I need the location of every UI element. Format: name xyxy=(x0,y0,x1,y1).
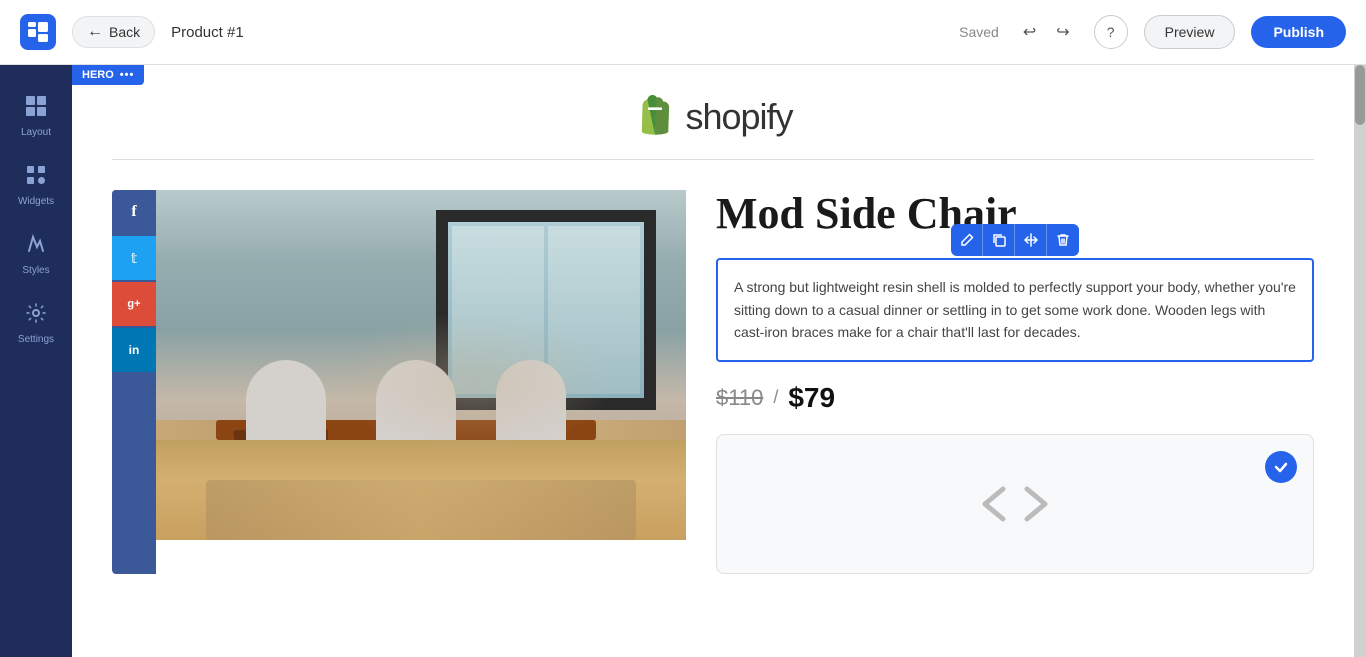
back-arrow-icon: ← xyxy=(87,23,103,41)
settings-icon xyxy=(25,302,47,330)
price-section: $110 / $79 xyxy=(716,382,1314,414)
copy-tool-button[interactable] xyxy=(983,224,1015,256)
linkedin-share-button[interactable]: in xyxy=(112,328,156,372)
product-description: A strong but lightweight resin shell is … xyxy=(734,276,1296,343)
shopify-logo: shopify xyxy=(633,95,792,139)
sidebar-item-styles[interactable]: Styles xyxy=(6,223,66,286)
back-button[interactable]: ← Back xyxy=(72,16,155,48)
product-section: f 𝕥 g+ in xyxy=(72,190,1354,614)
description-box[interactable]: A strong but lightweight resin shell is … xyxy=(716,258,1314,361)
preview-button[interactable]: Preview xyxy=(1144,15,1236,49)
canvas-area: shopify f 𝕥 g+ in xyxy=(72,65,1354,657)
styles-label: Styles xyxy=(22,265,49,276)
sidebar-item-widgets[interactable]: Widgets xyxy=(6,154,66,217)
header-right: Saved ↩ ↪ ? Preview Publish xyxy=(959,15,1346,49)
page-canvas: shopify f 𝕥 g+ in xyxy=(72,65,1354,657)
description-toolbar xyxy=(951,224,1079,256)
sidebar-item-layout[interactable]: Layout xyxy=(6,85,66,148)
scrollbar-thumb[interactable] xyxy=(1355,65,1365,125)
original-price: $110 xyxy=(716,385,763,411)
layout-label: Layout xyxy=(21,127,51,138)
product-image xyxy=(156,190,686,540)
help-button[interactable]: ? xyxy=(1094,15,1128,49)
price-separator: / xyxy=(773,387,778,408)
header-left: ← Back Product #1 xyxy=(20,14,244,50)
hero-options-button[interactable]: ••• xyxy=(120,69,135,81)
product-image-container: f 𝕥 g+ in xyxy=(112,190,686,574)
styles-icon xyxy=(25,233,47,261)
check-badge xyxy=(1265,451,1297,483)
hero-label-text: HERO xyxy=(82,69,114,81)
twitter-share-button[interactable]: 𝕥 xyxy=(112,236,156,280)
hero-section-label: HERO ••• xyxy=(72,65,144,85)
layout-icon xyxy=(25,95,47,123)
add-to-cart-section[interactable] xyxy=(716,434,1314,574)
redo-button[interactable]: ↪ xyxy=(1048,16,1077,48)
publish-button[interactable]: Publish xyxy=(1251,16,1346,48)
shopify-bag-icon xyxy=(633,95,677,139)
social-sidebar: f 𝕥 g+ in xyxy=(112,190,156,574)
app-logo xyxy=(20,14,56,50)
settings-label: Settings xyxy=(18,334,54,345)
product-info: Mod Side Chair xyxy=(716,190,1314,574)
sidebar: Layout Widgets Styles Settings xyxy=(0,65,72,657)
widgets-label: Widgets xyxy=(18,196,54,207)
widgets-icon xyxy=(25,164,47,192)
code-widget-icon xyxy=(975,479,1055,529)
sale-price: $79 xyxy=(788,382,835,414)
shopify-header: shopify xyxy=(72,65,1354,159)
help-icon: ? xyxy=(1107,24,1115,40)
undo-button[interactable]: ↩ xyxy=(1015,16,1044,48)
header: ← Back Product #1 Saved ↩ ↪ ? Preview Pu… xyxy=(0,0,1366,65)
header-divider xyxy=(112,159,1314,160)
edit-tool-button[interactable] xyxy=(951,224,983,256)
undo-redo-group: ↩ ↪ xyxy=(1015,16,1078,48)
delete-tool-button[interactable] xyxy=(1047,224,1079,256)
back-label: Back xyxy=(109,24,140,40)
shopify-brand-name: shopify xyxy=(685,96,792,138)
saved-status: Saved xyxy=(959,24,999,40)
sidebar-item-settings[interactable]: Settings xyxy=(6,292,66,355)
googleplus-share-button[interactable]: g+ xyxy=(112,282,156,326)
facebook-share-button[interactable]: f xyxy=(112,190,156,234)
scrollbar-track[interactable] xyxy=(1354,65,1366,657)
product-title: Product #1 xyxy=(171,24,244,41)
move-tool-button[interactable] xyxy=(1015,224,1047,256)
